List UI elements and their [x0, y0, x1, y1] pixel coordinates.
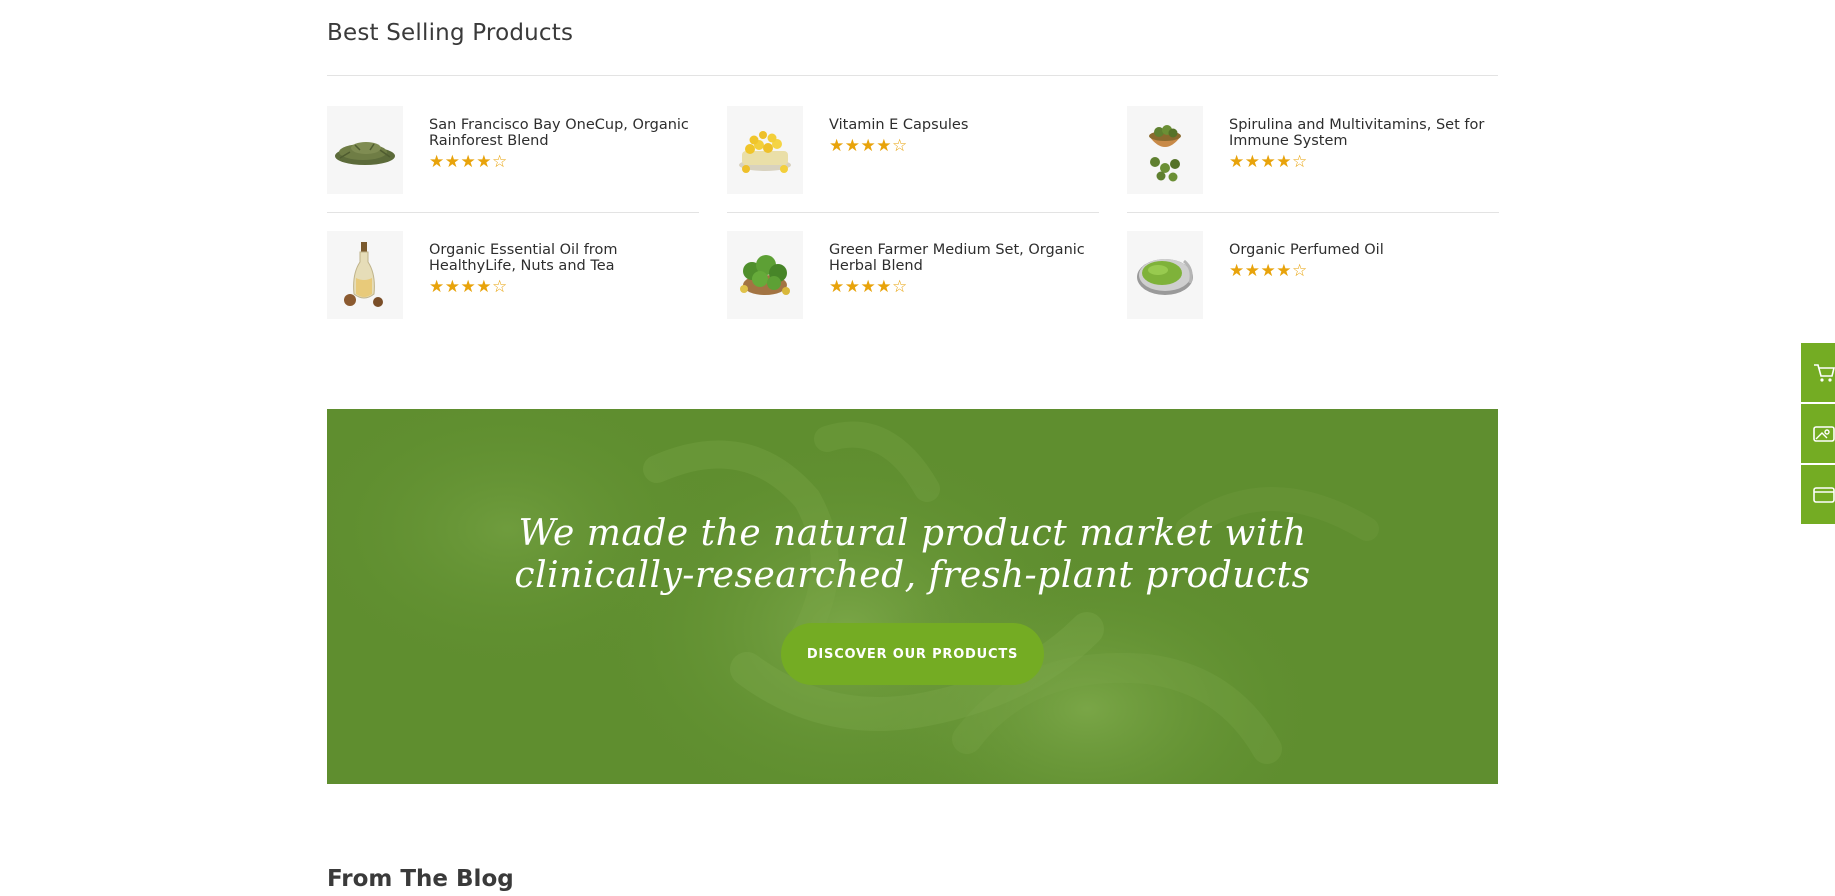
oil-bottle-image[interactable]	[327, 231, 403, 319]
product-item[interactable]: Organic Perfumed Oil ★★★★☆	[1127, 231, 1499, 341]
rating-stars: ★★★★☆	[429, 152, 508, 171]
product-item[interactable]: Vitamin E Capsules ★★★★☆	[727, 106, 1099, 216]
blog-section-title: From The Blog	[327, 866, 514, 892]
rating-stars: ★★★★☆	[1229, 261, 1308, 280]
gallery-button[interactable]	[1801, 404, 1835, 463]
image-icon	[1813, 424, 1835, 444]
headline-line-2: clinically-researched, fresh-plant produ…	[514, 555, 1311, 596]
rating-stars: ★★★★☆	[829, 277, 908, 296]
row-divider	[727, 212, 1099, 213]
window-icon	[1813, 485, 1835, 505]
capsules-image[interactable]	[727, 106, 803, 194]
product-item[interactable]: Spirulina and Multivitamins, Set for Imm…	[1127, 106, 1499, 216]
product-name[interactable]: Organic Perfumed Oil	[1229, 242, 1494, 258]
window-button[interactable]	[1801, 465, 1835, 524]
cart-icon	[1813, 363, 1835, 383]
rating-stars: ★★★★☆	[829, 136, 908, 155]
title-divider	[327, 75, 1498, 76]
headline-line-1: We made the natural product market with	[518, 513, 1307, 554]
oil-tin-image[interactable]	[1127, 231, 1203, 319]
row-divider	[1127, 212, 1499, 213]
product-name[interactable]: Organic Essential Oil from HealthyLife, …	[429, 242, 694, 274]
promo-banner: We made the natural product market with …	[327, 409, 1498, 784]
discover-products-button[interactable]: DISCOVER OUR PRODUCTS	[781, 623, 1044, 685]
cart-button[interactable]	[1801, 343, 1835, 402]
best-selling-title: Best Selling Products	[327, 20, 574, 46]
product-item[interactable]: Green Farmer Medium Set, Organic Herbal …	[727, 231, 1099, 341]
spirulina-bowl-image[interactable]	[1127, 106, 1203, 194]
product-name[interactable]: San Francisco Bay OneCup, Organic Rainfo…	[429, 117, 694, 149]
product-item[interactable]: Organic Essential Oil from HealthyLife, …	[327, 231, 699, 341]
banner-headline: We made the natural product market with …	[327, 513, 1498, 597]
rating-stars: ★★★★☆	[429, 277, 508, 296]
floating-toolbar	[1801, 343, 1835, 526]
product-name[interactable]: Spirulina and Multivitamins, Set for Imm…	[1229, 117, 1494, 149]
row-divider	[327, 212, 699, 213]
product-item[interactable]: San Francisco Bay OneCup, Organic Rainfo…	[327, 106, 699, 216]
tea-leaves-image[interactable]	[327, 106, 403, 194]
product-name[interactable]: Green Farmer Medium Set, Organic Herbal …	[829, 242, 1094, 274]
herbal-bowl-image[interactable]	[727, 231, 803, 319]
rating-stars: ★★★★☆	[1229, 152, 1308, 171]
product-name[interactable]: Vitamin E Capsules	[829, 117, 1094, 133]
